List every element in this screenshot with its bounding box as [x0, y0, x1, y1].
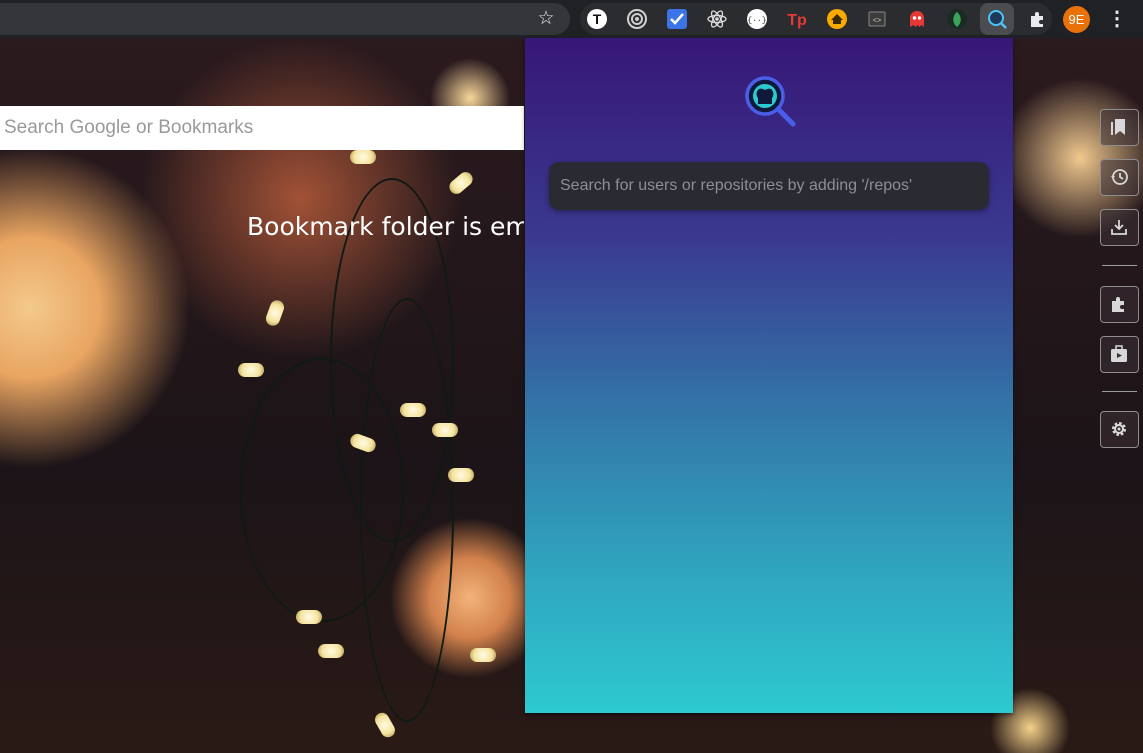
- side-divider: [1102, 391, 1137, 392]
- leaf-extension-icon[interactable]: [946, 8, 968, 30]
- react-devtools-icon[interactable]: [706, 8, 728, 30]
- history-icon: [1111, 169, 1128, 185]
- decor-bulb: [263, 298, 287, 328]
- decor-bulb: [400, 403, 426, 417]
- puzzle-icon[interactable]: [1026, 8, 1048, 30]
- json-extension-icon[interactable]: {··}: [746, 8, 768, 30]
- settings-icon: [1112, 422, 1126, 436]
- empty-folder-message: Bookmark folder is empty: [247, 212, 524, 241]
- svg-text:{··}: {··}: [747, 17, 766, 26]
- bookmark-search-bar: [0, 106, 524, 150]
- side-downloads-button[interactable]: [1100, 209, 1139, 246]
- extensions-icon: [1112, 297, 1124, 312]
- address-bar[interactable]: [0, 3, 570, 35]
- github-search-extension-icon[interactable]: [986, 8, 1008, 30]
- side-apps-button[interactable]: [1100, 336, 1139, 373]
- checklist-extension-icon[interactable]: [666, 8, 688, 30]
- tp-extension-icon[interactable]: Tp: [786, 8, 808, 30]
- t-extension-icon[interactable]: T: [586, 8, 608, 30]
- decor-bulb: [448, 468, 474, 482]
- popup-search-box: [549, 162, 990, 210]
- target-extension-icon[interactable]: [626, 8, 648, 30]
- svg-text:<>: <>: [873, 18, 881, 26]
- user-repo-search-input[interactable]: [549, 162, 990, 210]
- decor-bulb: [470, 648, 496, 662]
- side-bookmarks-button[interactable]: [1100, 109, 1139, 146]
- profile-avatar[interactable]: 9E: [1063, 6, 1090, 33]
- downloads-icon: [1111, 220, 1127, 235]
- browser-toolbar: ☆ T {··} Tp <> 9E ⋮: [0, 0, 1143, 38]
- svg-text:Tp: Tp: [787, 12, 807, 29]
- bookmark-search-input[interactable]: [0, 106, 524, 150]
- side-extensions-button[interactable]: [1100, 286, 1139, 323]
- bookmarks-icon: [1111, 119, 1125, 135]
- apps-icon: [1111, 345, 1127, 362]
- code-extension-icon[interactable]: <>: [866, 8, 888, 30]
- github-search-popup: [525, 38, 1013, 713]
- decor-bulb: [238, 363, 264, 377]
- side-history-button[interactable]: [1100, 159, 1139, 196]
- github-search-logo-icon: [745, 76, 796, 127]
- decor-bulb: [432, 423, 458, 437]
- side-settings-button[interactable]: [1100, 411, 1139, 448]
- decor-bulb: [318, 644, 344, 658]
- home-extension-icon[interactable]: [826, 8, 848, 30]
- decor-bulb: [350, 150, 376, 164]
- bookmark-star-icon[interactable]: ☆: [534, 8, 558, 32]
- decor-bulb: [446, 169, 476, 197]
- svg-text:T: T: [593, 11, 602, 27]
- kebab-menu-icon[interactable]: ⋮: [1105, 6, 1129, 32]
- side-divider: [1102, 265, 1137, 266]
- decor-bulb: [296, 610, 322, 624]
- ghost-extension-icon[interactable]: [906, 8, 928, 30]
- decor-wire: [240, 358, 404, 622]
